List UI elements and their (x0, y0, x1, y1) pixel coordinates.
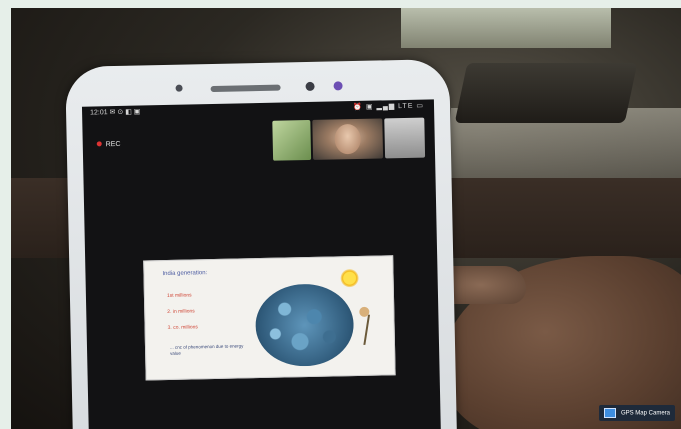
smartphone: 12:01 ✉ ⊙ ◧ ▣ ⏰ ▣ ▂▄▆ LTE ▭ REC India ge… (65, 59, 457, 429)
record-dot-icon (96, 141, 102, 147)
status-time: 12:01 ✉ ⊙ ◧ ▣ (90, 108, 141, 117)
recording-label: REC (105, 140, 121, 149)
status-icons: ⏰ ▣ ▂▄▆ LTE ▭ (353, 102, 425, 112)
sun-illustration (340, 268, 359, 288)
slide-title: India generation: (162, 270, 208, 278)
phone-earpiece (210, 84, 281, 93)
gps-watermark: GPS Map Camera (599, 405, 675, 421)
background-chair (454, 63, 638, 123)
background-window (401, 8, 611, 48)
watermark-label: GPS Map Camera (620, 410, 670, 417)
phone-sensor-icon (333, 81, 343, 91)
participant-tile[interactable] (272, 119, 312, 161)
phone-front-camera-icon (175, 84, 183, 92)
participant-tile[interactable] (384, 117, 426, 159)
participant-face (334, 123, 362, 155)
slide-item: 3. co. millions (167, 324, 198, 331)
photograph: 12:01 ✉ ⊙ ◧ ▣ ⏰ ▣ ▂▄▆ LTE ▭ REC India ge… (11, 8, 681, 429)
watermark-camera-icon (604, 408, 617, 418)
slide-item: 2. in millions (167, 308, 195, 315)
shared-slide: India generation: 1st millions 2. in mil… (143, 255, 396, 381)
phone-screen: 12:01 ✉ ⊙ ◧ ▣ ⏰ ▣ ▂▄▆ LTE ▭ REC India ge… (81, 99, 441, 429)
phone-camera-icon (305, 81, 315, 92)
slide-note: ... cnc of phenomenon due to energy valu… (169, 343, 244, 356)
participant-tile[interactable] (312, 118, 384, 160)
photo-frame: 12:01 ✉ ⊙ ◧ ▣ ⏰ ▣ ▂▄▆ LTE ▭ REC India ge… (0, 0, 681, 429)
globe-illustration (254, 283, 355, 368)
stick-figure-illustration (363, 314, 385, 345)
recording-indicator[interactable]: REC (96, 140, 121, 149)
status-bar: 12:01 ✉ ⊙ ◧ ▣ ⏰ ▣ ▂▄▆ LTE ▭ (82, 99, 434, 120)
slide-item: 1st millions (166, 292, 192, 299)
